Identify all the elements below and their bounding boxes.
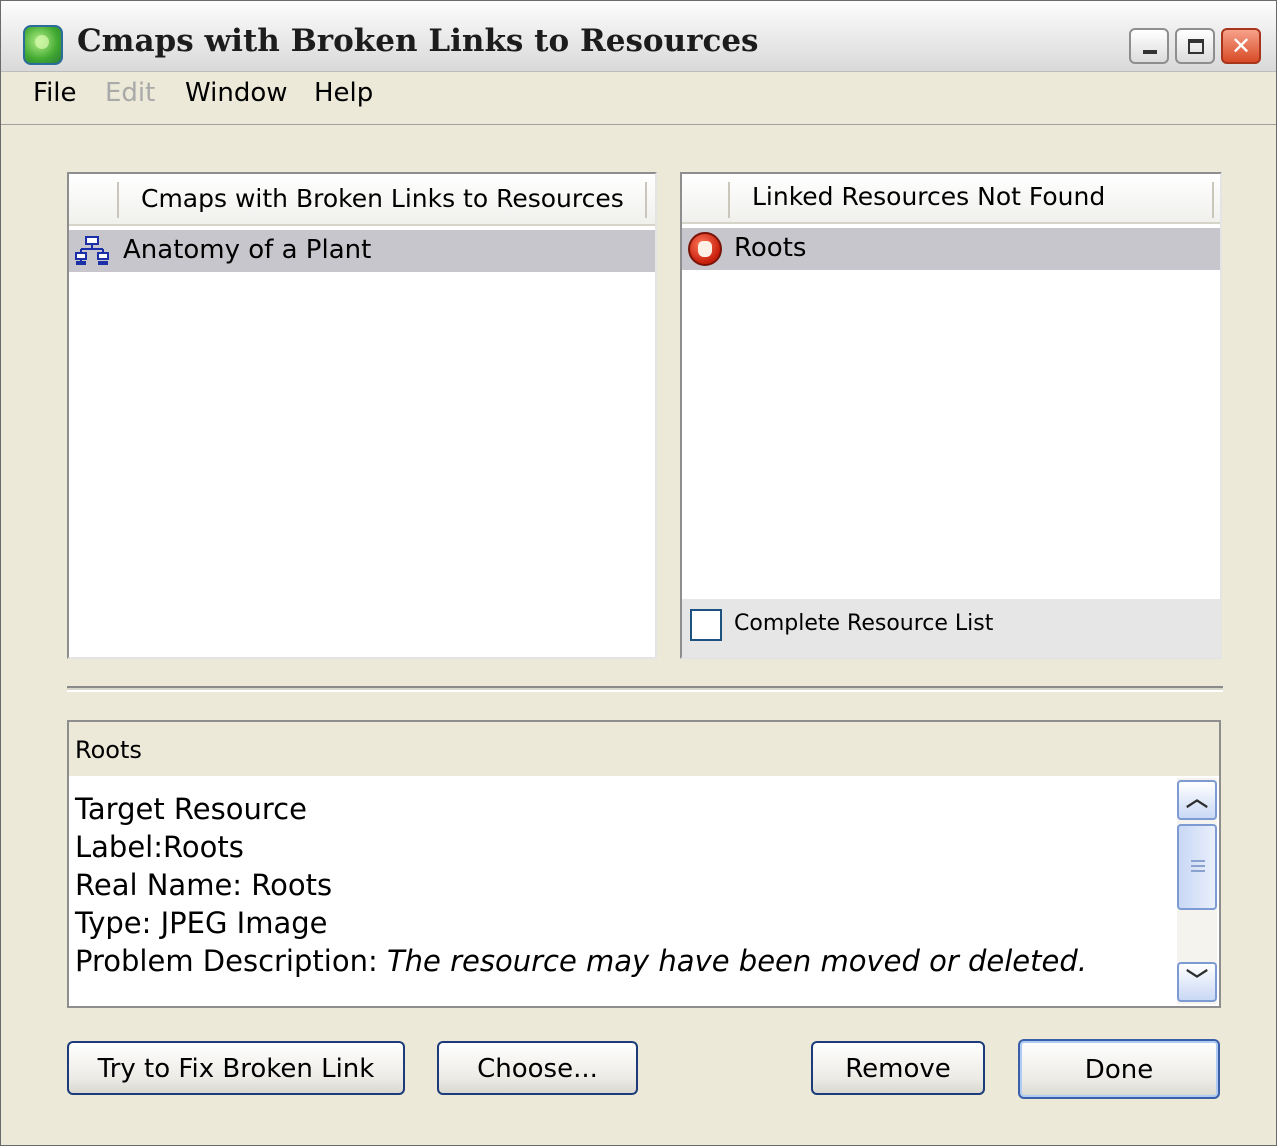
minimize-button[interactable] <box>1129 28 1169 64</box>
concept-map-icon <box>75 236 109 265</box>
cmaps-list-panel: Cmaps with Broken Links to Resources Ana… <box>67 172 657 659</box>
split-pane-divider[interactable] <box>67 686 1223 692</box>
resources-list-panel: Linked Resources Not Found Roots Complet… <box>680 172 1222 659</box>
details-title: Roots <box>75 736 142 764</box>
resources-column-title: Linked Resources Not Found <box>752 182 1106 211</box>
column-separator <box>117 182 119 218</box>
close-button[interactable]: ✕ <box>1221 28 1261 64</box>
menu-help[interactable]: Help <box>314 78 373 108</box>
detail-line-real-name: Real Name: Roots <box>75 868 333 902</box>
menu-edit[interactable]: Edit <box>105 78 155 108</box>
try-fix-broken-link-button[interactable]: Try to Fix Broken Link <box>67 1041 405 1095</box>
close-icon: ✕ <box>1230 32 1252 60</box>
detail-line-target: Target Resource <box>75 792 307 826</box>
details-text: Target Resource Label:Roots Real Name: R… <box>75 790 1169 980</box>
resource-row-label: Roots <box>734 233 807 263</box>
column-separator <box>645 182 647 218</box>
problem-description-value: The resource may have been moved or dele… <box>386 944 1087 978</box>
scroll-down-button[interactable]: ﹀ <box>1177 962 1217 1002</box>
cmaps-list-header[interactable]: Cmaps with Broken Links to Resources <box>69 174 655 226</box>
grip-icon <box>1191 860 1205 874</box>
title-bar[interactable]: Cmaps with Broken Links to Resources ✕ <box>1 1 1276 72</box>
problem-description-label: Problem Description: <box>75 944 387 978</box>
cmap-row-label: Anatomy of a Plant <box>123 235 372 265</box>
column-separator <box>728 182 730 218</box>
scroll-thumb[interactable] <box>1177 824 1217 910</box>
remove-button[interactable]: Remove <box>811 1041 985 1095</box>
scroll-up-button[interactable]: ︿ <box>1177 780 1217 820</box>
column-separator <box>1212 182 1214 218</box>
cmap-row[interactable]: Anatomy of a Plant <box>69 230 655 272</box>
menu-bar: File Edit Window Help <box>1 72 1276 125</box>
details-panel: Roots Target Resource Label:Roots Real N… <box>67 720 1221 1008</box>
complete-resource-list-strip: Complete Resource List <box>682 599 1220 657</box>
complete-resource-list-label[interactable]: Complete Resource List <box>734 611 993 636</box>
menu-file[interactable]: File <box>33 78 77 108</box>
cmaps-column-title: Cmaps with Broken Links to Resources <box>141 184 624 213</box>
window-title: Cmaps with Broken Links to Resources <box>77 23 759 59</box>
details-scrollbar[interactable]: ︿ ﹀ <box>1177 778 1217 1004</box>
complete-resource-list-checkbox[interactable] <box>690 609 722 641</box>
details-header: Roots <box>69 722 1219 776</box>
dialog-window: Cmaps with Broken Links to Resources ✕ F… <box>0 0 1277 1146</box>
minimize-icon <box>1143 50 1157 54</box>
choose-button[interactable]: Choose... <box>437 1041 638 1095</box>
stop-hand-icon <box>688 232 722 266</box>
menu-window[interactable]: Window <box>185 78 288 108</box>
maximize-icon <box>1188 39 1204 54</box>
detail-line-label: Label:Roots <box>75 830 244 864</box>
detail-line-problem: Problem Description: The resource may ha… <box>75 942 1169 980</box>
chevron-up-icon: ︿ <box>1185 787 1208 812</box>
resource-row[interactable]: Roots <box>682 228 1220 270</box>
cmaptools-app-icon <box>23 25 63 65</box>
chevron-down-icon: ﹀ <box>1185 969 1208 994</box>
done-button[interactable]: Done <box>1018 1039 1220 1099</box>
resources-list-header[interactable]: Linked Resources Not Found <box>682 174 1220 224</box>
maximize-button[interactable] <box>1175 28 1215 64</box>
detail-line-type: Type: JPEG Image <box>75 906 328 940</box>
